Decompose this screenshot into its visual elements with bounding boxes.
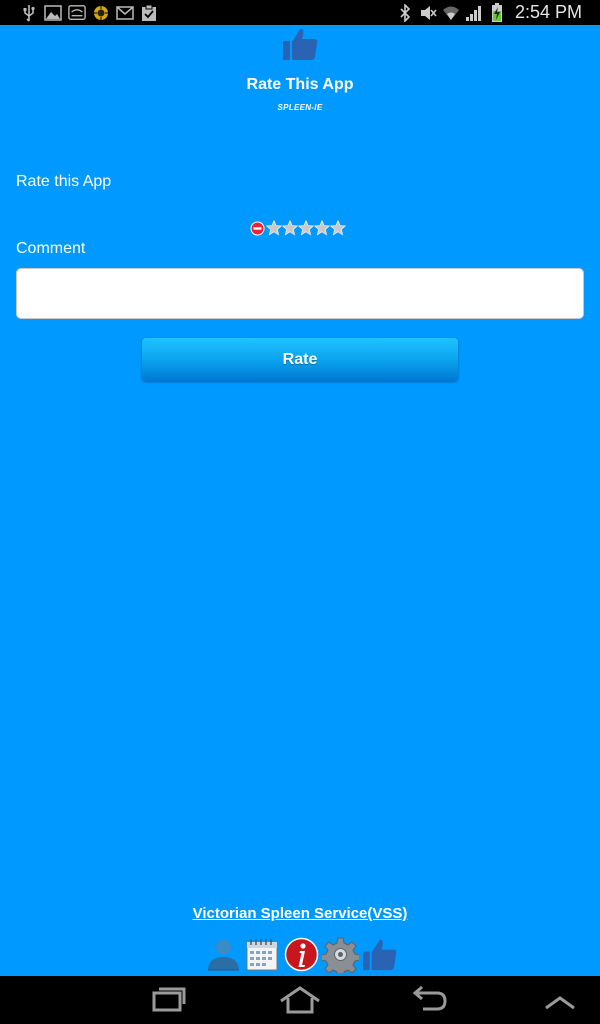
info-icon[interactable] <box>283 936 320 973</box>
page-subtitle: SPLEEN-IE <box>277 103 323 112</box>
back-icon[interactable] <box>405 984 455 1016</box>
menu-up-icon[interactable] <box>536 984 586 1016</box>
calendar-icon[interactable] <box>244 936 281 973</box>
wifi-icon <box>442 4 460 22</box>
star-3-icon[interactable] <box>297 219 315 236</box>
rate-button[interactable]: Rate <box>142 338 458 381</box>
bluetooth-icon <box>396 3 414 22</box>
comment-input[interactable] <box>16 268 584 319</box>
battery-charging-icon <box>488 2 506 22</box>
page-title: Rate This App <box>246 76 354 93</box>
thumbs-up-icon <box>281 25 319 63</box>
status-time: 2:54 PM <box>514 2 582 22</box>
star-4-icon[interactable] <box>313 219 331 236</box>
clipboard-check-icon <box>140 4 158 22</box>
home-icon[interactable] <box>275 984 325 1016</box>
status-bar: 2:54 PM <box>0 0 600 25</box>
comment-label: Comment <box>16 240 86 257</box>
usb-icon <box>20 4 38 22</box>
mute-icon <box>419 4 437 22</box>
star-1-icon[interactable] <box>265 219 283 236</box>
star-5-icon[interactable] <box>329 219 347 236</box>
system-icons: 2:54 PM <box>396 0 582 25</box>
recent-apps-icon[interactable] <box>146 984 196 1016</box>
signal-icon <box>465 4 483 22</box>
thumbs-up-icon[interactable] <box>361 936 398 973</box>
virus-scan-icon <box>92 4 110 22</box>
clear-rating-icon[interactable] <box>250 221 265 236</box>
star-2-icon[interactable] <box>281 219 299 236</box>
navigation-bar <box>0 976 600 1024</box>
settings-icon[interactable] <box>320 936 361 977</box>
image-icon <box>44 4 62 22</box>
vss-link[interactable]: Victorian Spleen Service(VSS) <box>0 905 600 922</box>
cast-icon <box>68 4 86 22</box>
mail-icon <box>116 4 134 22</box>
contact-icon[interactable] <box>205 936 242 973</box>
star-rating[interactable] <box>250 219 347 237</box>
notification-icons <box>20 3 158 23</box>
bottom-toolbar <box>205 935 398 977</box>
rate-label: Rate this App <box>16 173 112 190</box>
